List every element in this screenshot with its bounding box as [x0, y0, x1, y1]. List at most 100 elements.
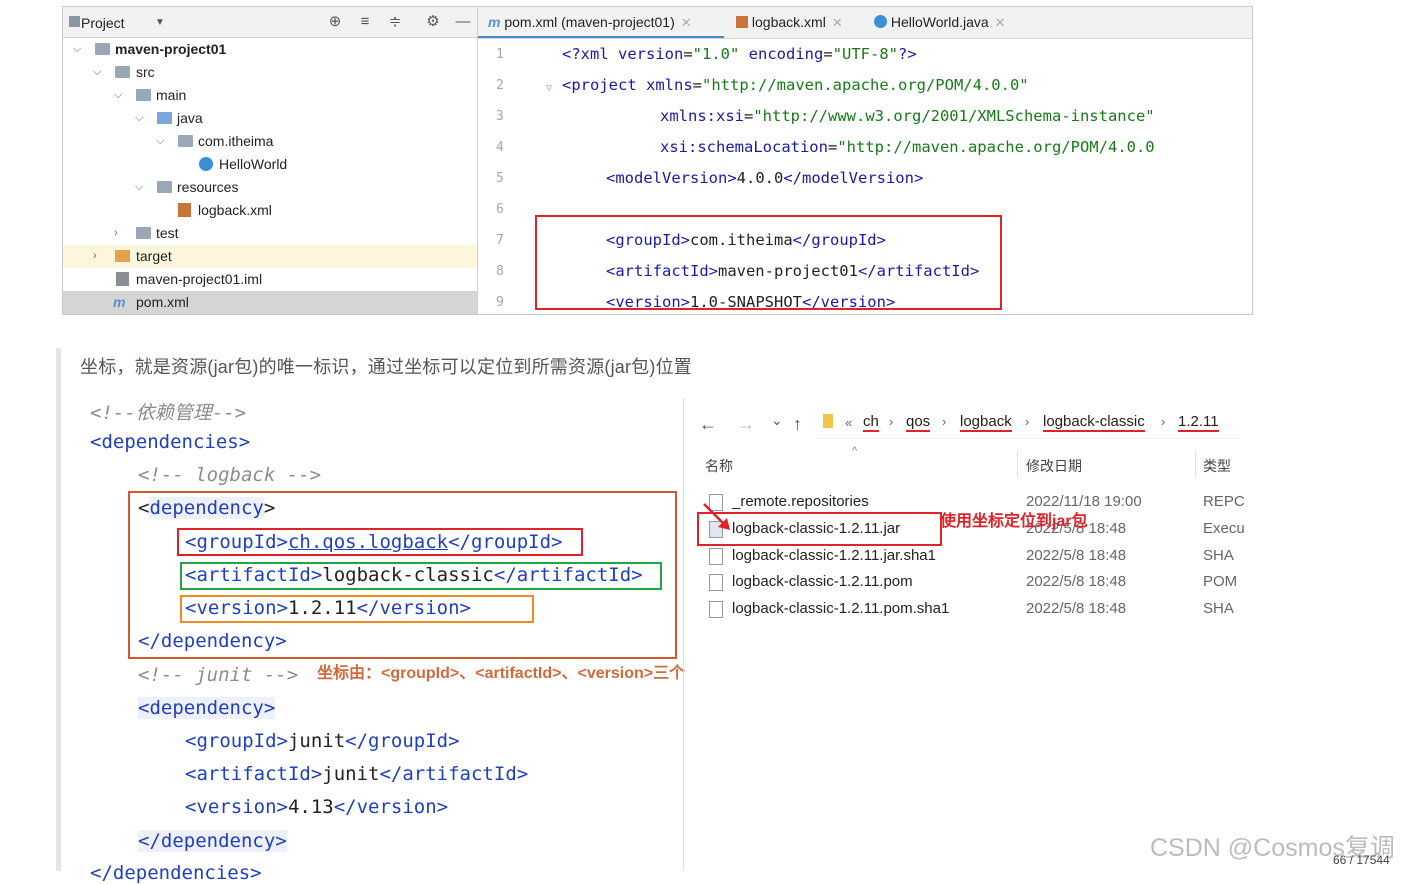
version-highlight-box	[180, 595, 534, 623]
file-name: logback-classic-1.2.11.pom	[732, 573, 913, 590]
file-type: POM	[1203, 573, 1238, 590]
quote-bar	[56, 348, 61, 871]
breadcrumb-qos[interactable]: qos	[906, 413, 931, 432]
file-row[interactable]: logback-classic-1.2.11.jar.sha1 2022/5/8…	[707, 543, 1247, 569]
file-icon	[709, 601, 723, 618]
dependency-open-tag: <dependency>	[138, 697, 276, 719]
tree-item-label: src	[136, 64, 155, 80]
tree-item-maven-project01[interactable]: ⌵ maven-project01	[63, 38, 477, 61]
tree-item-label: maven-project01.iml	[136, 271, 263, 287]
file-icon	[709, 574, 723, 591]
groupid-line: <groupId>junit</groupId>	[185, 730, 460, 752]
maven-icon: m	[488, 14, 501, 30]
minimize-icon[interactable]: —	[455, 14, 471, 30]
arrow-icon	[703, 503, 730, 530]
tree-item-label: resources	[177, 179, 239, 195]
address-bar[interactable]: « ch › qos › logback › logback-classic ›…	[817, 406, 1239, 439]
column-divider[interactable]	[1017, 450, 1018, 478]
chevron-right-icon: ›	[1161, 414, 1166, 429]
excluded-folder-icon	[115, 250, 130, 262]
back-arrow-icon[interactable]: ←	[699, 414, 717, 435]
tree-item-test[interactable]: › test	[63, 222, 477, 245]
tree-item-src[interactable]: ⌵ src	[63, 61, 477, 84]
project-panel-title[interactable]: Project	[81, 15, 125, 31]
expand-all-icon[interactable]: ≡	[357, 14, 373, 30]
overflow-crumb[interactable]: «	[845, 415, 852, 430]
active-tab-indicator	[478, 36, 724, 38]
editor-tabs: m pom.xml (maven-project01) ✕ logback.xml…	[478, 7, 1252, 39]
tree-item-logback-xml[interactable]: logback.xml	[63, 199, 477, 222]
comment-dependency-management: <!--依赖管理-->	[90, 402, 247, 424]
chevron-down-icon[interactable]: ⌵	[135, 107, 147, 130]
comment-junit: <!-- junit -->	[138, 664, 299, 686]
dependencies-open-tag: <dependencies>	[90, 431, 251, 453]
breadcrumb-logback-classic[interactable]: logback-classic	[1043, 413, 1145, 432]
gear-icon[interactable]: ⚙	[425, 14, 441, 30]
file-row[interactable]: logback-classic-1.2.11.pom 2022/5/8 18:4…	[707, 569, 1247, 595]
folder-icon	[136, 227, 151, 239]
recent-locations-icon[interactable]: ⌄	[771, 412, 783, 429]
source-folder-icon	[157, 112, 172, 124]
divider	[683, 398, 684, 871]
chevron-right-icon[interactable]: ›	[114, 222, 126, 245]
collapse-all-icon[interactable]: ≑	[387, 14, 403, 30]
xml-file-icon	[736, 16, 748, 28]
tree-item-resources[interactable]: ⌵ resources	[63, 176, 477, 199]
column-header-type[interactable]: 类型	[1203, 456, 1231, 476]
package-icon	[178, 135, 193, 147]
file-row[interactable]: logback-classic-1.2.11.pom.sha1 2022/5/8…	[707, 596, 1247, 622]
tab-helloworld-java[interactable]: HelloWorld.java ✕	[874, 7, 1006, 38]
chevron-down-icon[interactable]: ▼	[155, 17, 165, 28]
file-date: 2022/5/8 18:48	[1026, 600, 1127, 617]
code-line-4: xsi:schemaLocation="http://maven.apache.…	[660, 138, 1155, 156]
tree-item-main[interactable]: ⌵ main	[63, 84, 477, 107]
column-divider[interactable]	[1195, 450, 1196, 478]
fold-icon[interactable]: ▽	[546, 83, 552, 94]
up-arrow-icon[interactable]: ↑	[793, 414, 802, 435]
iml-file-icon	[116, 272, 129, 286]
tree-item-label: pom.xml	[136, 294, 189, 310]
tree-item-label: maven-project01	[115, 41, 227, 57]
resources-folder-icon	[157, 181, 172, 193]
breadcrumb-version[interactable]: 1.2.11	[1178, 413, 1219, 432]
tree-item-target[interactable]: › target	[63, 245, 477, 268]
tree-item-com-itheima[interactable]: ⌵ com.itheima	[63, 130, 477, 153]
tab-pom-xml[interactable]: m pom.xml (maven-project01) ✕	[488, 7, 692, 38]
close-icon[interactable]: ✕	[681, 15, 692, 30]
chevron-down-icon[interactable]: ⌵	[114, 84, 126, 107]
jar-annotation: 使用坐标定位到jar包	[940, 513, 1088, 530]
dependencies-close-tag: </dependencies>	[90, 862, 262, 884]
artifactid-line: <artifactId>junit</artifactId>	[185, 763, 529, 785]
chevron-down-icon[interactable]: ⌵	[135, 176, 147, 199]
file-icon	[709, 548, 723, 565]
tree-item-helloworld[interactable]: HelloWorld	[63, 153, 477, 176]
chevron-down-icon[interactable]: ⌵	[156, 130, 168, 153]
tree-item-label: test	[156, 225, 179, 241]
project-view-icon	[69, 16, 80, 27]
artifactid-highlight-box	[180, 562, 662, 590]
chevron-down-icon[interactable]: ⌵	[73, 38, 85, 61]
tab-label: pom.xml (maven-project01)	[504, 14, 675, 30]
breadcrumb-logback[interactable]: logback	[960, 413, 1012, 432]
crosshair-icon[interactable]: ⊕	[327, 14, 343, 30]
forward-arrow-icon[interactable]: →	[737, 414, 755, 435]
tree-item-pom-xml[interactable]: m pom.xml	[63, 291, 477, 314]
column-header-date[interactable]: 修改日期	[1026, 456, 1082, 476]
chevron-right-icon: ›	[889, 414, 894, 429]
tab-logback-xml[interactable]: logback.xml ✕	[736, 7, 843, 38]
line-number: 4	[496, 140, 504, 155]
chevron-right-icon[interactable]: ›	[93, 245, 105, 268]
tree-item-label: main	[156, 87, 187, 103]
line-number: 1	[496, 47, 504, 62]
tree-item-label: HelloWorld	[219, 156, 288, 172]
code-line-5: <modelVersion>4.0.0</modelVersion>	[606, 169, 924, 187]
breadcrumb-ch[interactable]: ch	[863, 413, 879, 432]
tree-item-iml[interactable]: maven-project01.iml	[63, 268, 477, 291]
column-header-name[interactable]: 名称	[705, 456, 733, 476]
folder-icon	[136, 89, 151, 101]
close-icon[interactable]: ✕	[995, 15, 1006, 30]
tree-item-java[interactable]: ⌵ java	[63, 107, 477, 130]
chevron-down-icon[interactable]: ⌵	[93, 61, 105, 84]
close-icon[interactable]: ✕	[832, 15, 843, 30]
module-folder-icon	[95, 43, 110, 55]
